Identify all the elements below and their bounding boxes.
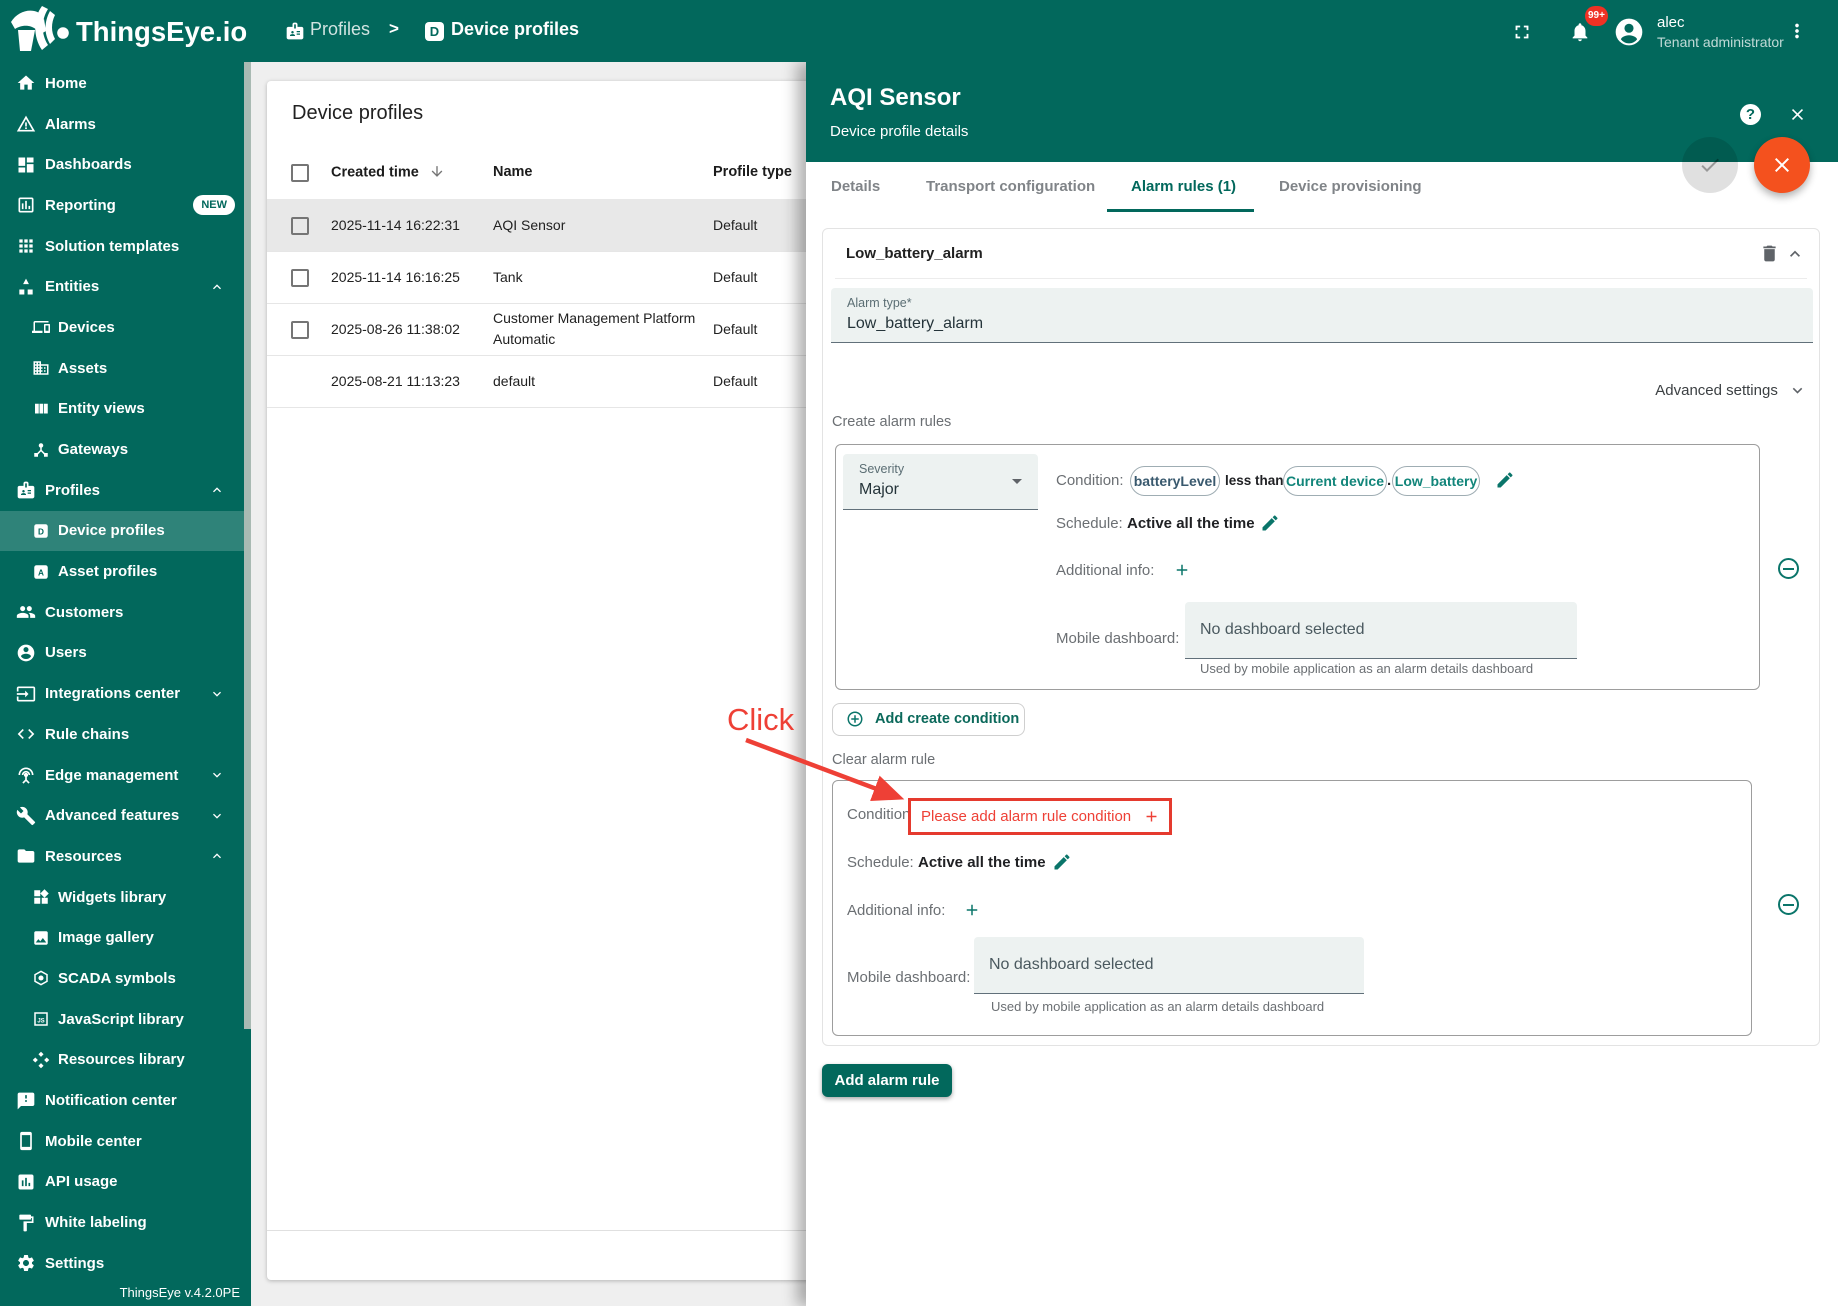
svg-text:JS: JS: [37, 1019, 44, 1025]
svg-text:D: D: [38, 527, 44, 536]
svg-text:A: A: [38, 568, 44, 577]
